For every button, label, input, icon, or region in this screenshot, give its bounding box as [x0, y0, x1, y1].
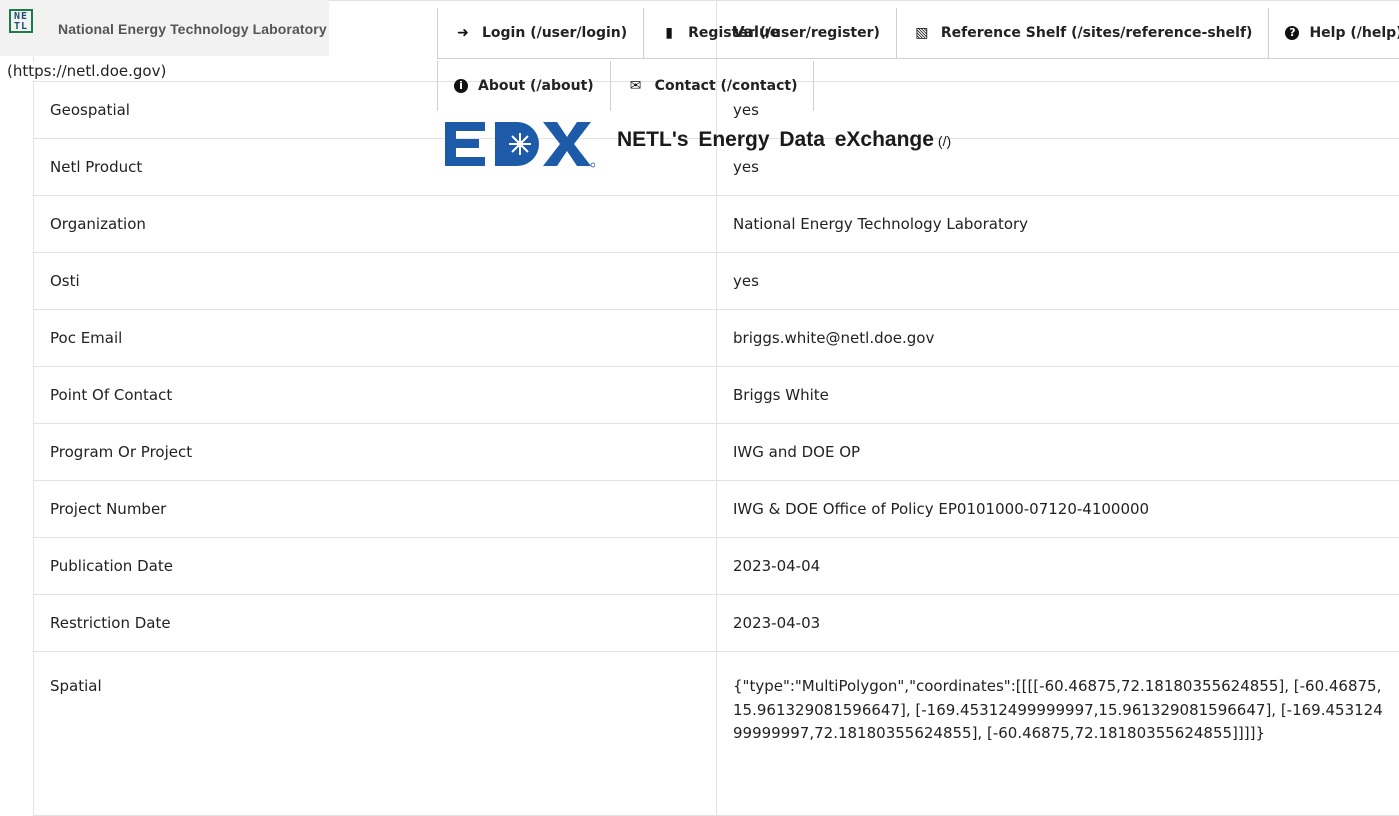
edx-logo-icon: [445, 120, 595, 168]
nav-reference-shelf-link[interactable]: ▧ Reference Shelf (/sites/reference-shel…: [897, 8, 1270, 58]
nav-about-label: About (/about): [478, 78, 594, 94]
row-value: IWG and DOE OP: [717, 424, 1399, 481]
question-circle-icon: ?: [1285, 26, 1299, 40]
info-circle-icon: i: [454, 79, 468, 93]
nav-about-link[interactable]: i About (/about): [437, 61, 611, 111]
row-value: briggs.white@netl.doe.gov: [717, 310, 1399, 367]
nav-help-label: Help (/help): [1309, 25, 1399, 41]
edx-home-link[interactable]: NETL's Energy Data eXchange (/): [445, 118, 951, 168]
table-row: Restriction Date2023-04-03: [34, 595, 1399, 652]
row-key: Project Number: [34, 481, 717, 538]
netl-home-link[interactable]: NETL National Energy Technology Laborato…: [0, 0, 329, 56]
row-value: 2023-04-04: [717, 538, 1399, 595]
netl-logo-icon: NETL: [9, 9, 33, 33]
table-row: Point Of ContactBriggs White: [34, 367, 1399, 424]
nav-row: i About (/about) ✉ Contact (/contact): [437, 61, 814, 111]
edx-path-text: (/): [938, 133, 951, 149]
nav-register-label: Register (/user/register): [688, 25, 880, 41]
row-key: Poc Email: [34, 310, 717, 367]
row-key: Organization: [34, 196, 717, 253]
edx-site-title: NETL's Energy Data eXchange (/): [617, 128, 951, 152]
nav-row: ➜ Login (/user/login) ▮ Register (/user/…: [437, 8, 1399, 59]
envelope-icon: ✉: [627, 78, 645, 94]
nav-reference-shelf-label: Reference Shelf (/sites/reference-shelf): [941, 25, 1253, 41]
row-key: Osti: [34, 253, 717, 310]
table-row: OrganizationNational Energy Technology L…: [34, 196, 1399, 253]
row-key: Publication Date: [34, 538, 717, 595]
row-key: Program Or Project: [34, 424, 717, 481]
row-value: National Energy Technology Laboratory: [717, 196, 1399, 253]
clipboard-icon: ▮: [660, 25, 678, 41]
nav-help-link[interactable]: ? Help (/help): [1269, 8, 1399, 58]
row-key: Spatial: [34, 652, 717, 816]
row-value: yes: [717, 253, 1399, 310]
row-key: Point Of Contact: [34, 367, 717, 424]
edx-title-text: NETL's Energy Data eXchange: [617, 128, 934, 151]
table-row: Ostiyes: [34, 253, 1399, 310]
table-row: Program Or ProjectIWG and DOE OP: [34, 424, 1399, 481]
table-row: Publication Date2023-04-04: [34, 538, 1399, 595]
book-icon: ▧: [913, 25, 931, 41]
row-value: IWG & DOE Office of Policy EP0101000-071…: [717, 481, 1399, 538]
nav-contact-label: Contact (/contact): [655, 78, 798, 94]
top-nav: ➜ Login (/user/login) ▮ Register (/user/…: [437, 8, 1399, 102]
nav-contact-link[interactable]: ✉ Contact (/contact): [611, 61, 815, 111]
netl-url-text: (https://netl.doe.gov): [7, 62, 166, 80]
nav-register-link[interactable]: ▮ Register (/user/register): [644, 8, 897, 58]
row-value: Briggs White: [717, 367, 1399, 424]
table-row: Spatial{"type":"MultiPolygon","coordinat…: [34, 652, 1399, 816]
nav-login-link[interactable]: ➜ Login (/user/login): [437, 8, 644, 58]
nav-login-label: Login (/user/login): [482, 25, 627, 41]
table-row: Project NumberIWG & DOE Office of Policy…: [34, 481, 1399, 538]
netl-site-name: National Energy Technology Laboratory: [58, 21, 327, 37]
table-row: Poc Emailbriggs.white@netl.doe.gov: [34, 310, 1399, 367]
row-value: 2023-04-03: [717, 595, 1399, 652]
row-key: Restriction Date: [34, 595, 717, 652]
row-value: {"type":"MultiPolygon","coordinates":[[[…: [717, 652, 1399, 816]
sign-in-icon: ➜: [454, 25, 472, 41]
